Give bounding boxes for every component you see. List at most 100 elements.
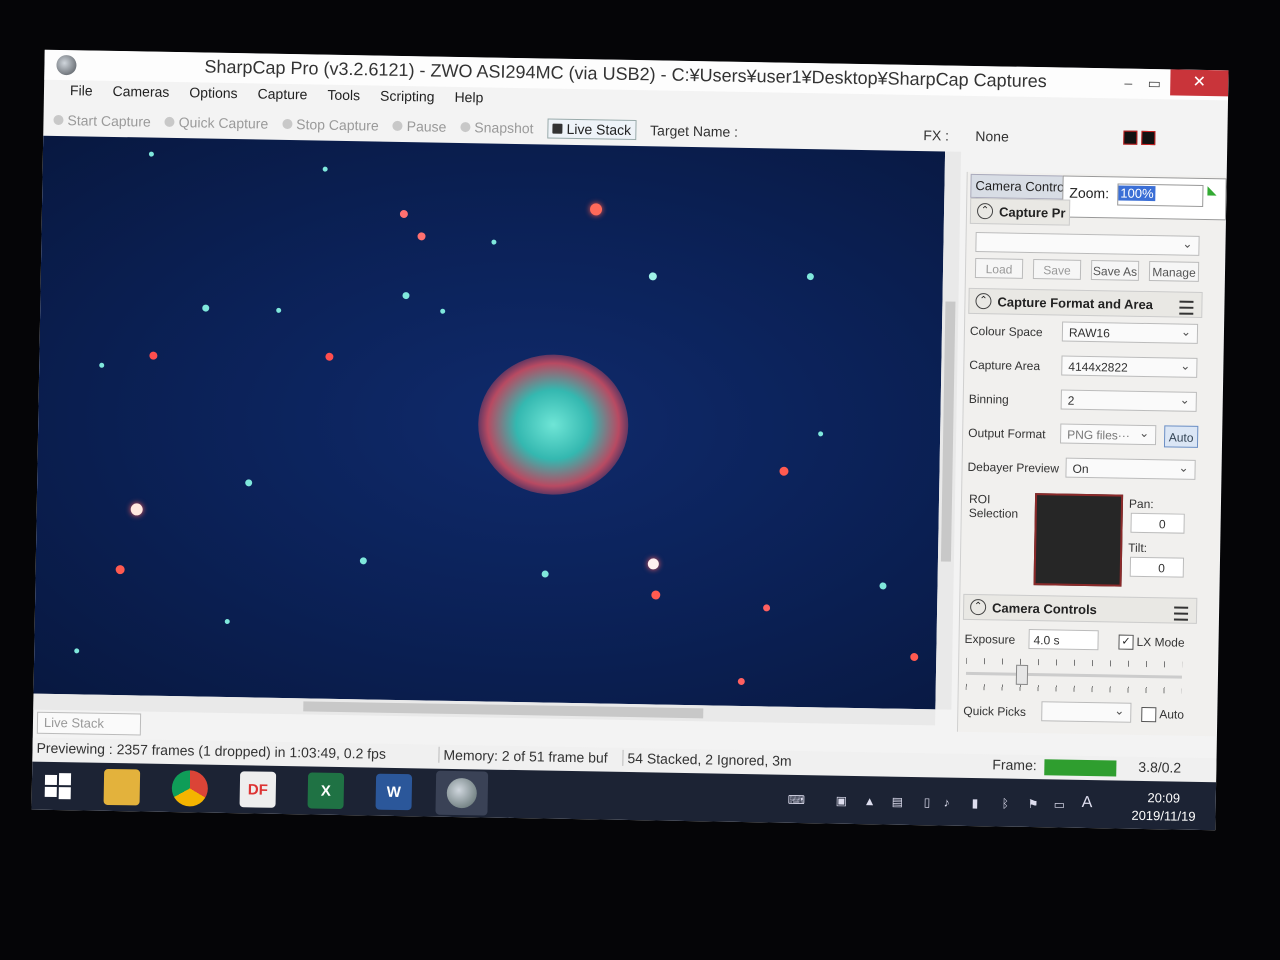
tilt-label: Tilt:	[1128, 540, 1148, 556]
star	[130, 503, 143, 516]
tab-live-stack[interactable]: Live Stack	[36, 711, 142, 736]
target-name-label: Target Name :	[649, 122, 739, 140]
sharpcap-taskbar-icon[interactable]	[435, 770, 489, 816]
zoom-select[interactable]: 100%	[1117, 183, 1204, 207]
star	[325, 352, 334, 361]
nebula	[477, 353, 630, 496]
stack-icon	[552, 123, 563, 134]
camera-controls-header[interactable]: ⌃ Camera Controls	[962, 593, 1198, 624]
target-name-input[interactable]	[752, 132, 882, 134]
network-icon[interactable]: ▮	[972, 796, 979, 810]
star	[651, 590, 661, 600]
star	[806, 273, 814, 281]
live-stack-button[interactable]: Live Stack	[547, 118, 637, 141]
fx-icons	[1123, 130, 1156, 146]
histogram-icon[interactable]: ◣	[1207, 183, 1216, 197]
star	[491, 239, 497, 245]
sharpcap-logo-icon	[446, 777, 478, 809]
start-capture-button[interactable]: Start Capture	[53, 112, 151, 130]
collapse-icon[interactable]: ⌃	[975, 293, 992, 310]
image-viewport[interactable]	[33, 135, 946, 710]
stop-capture-button[interactable]: Stop Capture	[282, 116, 379, 134]
action-center-icon[interactable]: ⚑	[1028, 797, 1039, 811]
load-button[interactable]: Load	[974, 257, 1024, 279]
fx-select[interactable]: None	[975, 128, 1009, 145]
menu-file[interactable]: File	[60, 80, 103, 105]
capture-format-title: Capture Format and Area	[997, 294, 1154, 313]
save-as-button[interactable]: Save As	[1090, 260, 1140, 281]
clock-time: 20:09	[1147, 790, 1181, 806]
quick-picks-label: Quick Picks	[963, 703, 1027, 719]
capture-profiles-header[interactable]: ⌃ Capture Pr	[969, 197, 1071, 226]
menu-help[interactable]: Help	[444, 87, 493, 112]
battery-icon[interactable]: ▯	[924, 795, 931, 809]
menu-icon[interactable]	[1173, 606, 1189, 621]
output-format-select[interactable]: PNG files···	[1060, 423, 1157, 446]
manage-button[interactable]: Manage	[1148, 261, 1200, 282]
pause-button[interactable]: Pause	[392, 118, 447, 135]
pan-input[interactable]: 0	[1130, 512, 1185, 534]
star	[399, 209, 408, 219]
tilt-input[interactable]: 0	[1129, 556, 1185, 578]
maximize-button[interactable]: ▭	[1140, 73, 1168, 93]
star	[818, 431, 824, 437]
windows-start-icon[interactable]	[40, 768, 77, 805]
quick-picks-select[interactable]	[1041, 701, 1132, 723]
lx-mode-checkbox[interactable]: ✓	[1118, 634, 1134, 650]
star	[148, 151, 154, 157]
acrobat-tray-icon[interactable]: ▲	[864, 794, 876, 808]
menu-scripting[interactable]: Scripting	[370, 85, 445, 110]
colour-space-select[interactable]: RAW16	[1061, 321, 1199, 344]
output-format-auto-button[interactable]: Auto	[1163, 425, 1199, 448]
histogram-icon[interactable]	[1141, 130, 1156, 146]
chrome-icon[interactable]	[171, 770, 209, 807]
save-button[interactable]: Save	[1032, 259, 1082, 280]
tray-app-icon-2[interactable]: ▤	[892, 795, 904, 809]
binning-label: Binning	[968, 391, 1009, 407]
display-icon[interactable]: ▭	[1054, 797, 1066, 811]
star	[879, 582, 887, 590]
menu-cameras[interactable]: Cameras	[102, 81, 179, 106]
word-icon[interactable]: W	[375, 773, 413, 811]
debayer-preview-select[interactable]: On	[1065, 457, 1196, 480]
capture-profiles-title: Capture Pr	[998, 204, 1066, 221]
exposure-slider-thumb[interactable]	[1015, 664, 1029, 685]
pdf-app-icon[interactable]: DF	[239, 771, 277, 808]
menu-tools[interactable]: Tools	[317, 84, 370, 109]
collapse-icon[interactable]: ⌃	[976, 203, 994, 220]
snapshot-button[interactable]: Snapshot	[460, 119, 534, 137]
star	[647, 558, 659, 570]
ime-indicator[interactable]: A	[1082, 794, 1093, 812]
roi-selection-label: ROI Selection	[968, 491, 1019, 521]
quick-capture-button[interactable]: Quick Capture	[164, 114, 269, 132]
menu-options[interactable]: Options	[179, 82, 248, 107]
auto-checkbox[interactable]	[1141, 706, 1157, 723]
profile-select[interactable]	[975, 232, 1200, 256]
reticle-icon[interactable]	[1123, 130, 1138, 145]
tray-app-icon[interactable]: ▣	[836, 794, 848, 808]
roi-selection-box[interactable]	[1033, 493, 1124, 587]
capture-area-select[interactable]: 4144x2822	[1061, 355, 1198, 378]
exposure-input[interactable]: 4.0 s	[1028, 628, 1099, 651]
quick-capture-label: Quick Capture	[178, 114, 269, 132]
minimize-button[interactable]: –	[1114, 72, 1142, 92]
excel-icon[interactable]: X	[307, 772, 345, 810]
vertical-scroll-thumb[interactable]	[940, 301, 956, 562]
star	[541, 570, 549, 578]
snapshot-label: Snapshot	[474, 119, 534, 137]
clock[interactable]: 20:09 2019/11/19	[1131, 789, 1196, 826]
menu-capture[interactable]: Capture	[247, 83, 317, 108]
capture-format-header[interactable]: ⌃ Capture Format and Area	[968, 287, 1203, 318]
horizontal-scroll-thumb[interactable]	[303, 701, 704, 719]
file-explorer-icon[interactable]	[103, 768, 141, 806]
binning-select[interactable]: 2	[1060, 389, 1197, 412]
tab-camera-controls[interactable]: Camera Contro	[970, 173, 1069, 200]
menu-icon[interactable]	[1179, 300, 1194, 315]
close-button[interactable]: ✕	[1170, 69, 1229, 97]
bluetooth-icon[interactable]: ᛒ	[1002, 797, 1009, 811]
star	[74, 648, 80, 654]
live-stack-label: Live Stack	[566, 120, 632, 138]
collapse-icon[interactable]: ⌃	[969, 598, 987, 616]
keyboard-icon[interactable]: ⌨	[788, 793, 806, 807]
volume-icon[interactable]: ♪	[944, 796, 950, 810]
